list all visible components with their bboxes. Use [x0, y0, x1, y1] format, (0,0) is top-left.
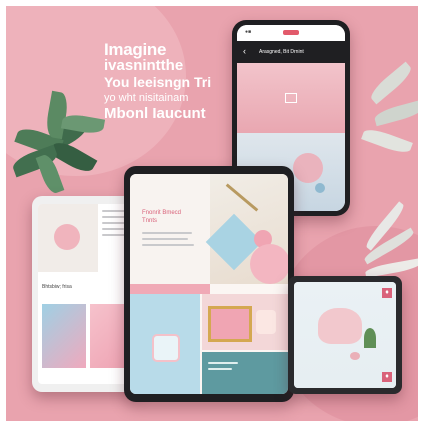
tablet-center-hero-image — [205, 174, 288, 284]
tablet-left-caption: Bhtsbiw; frisa — [42, 284, 72, 290]
phone-nav-title: Arasgned, Bit Drnint — [259, 49, 304, 55]
tablet-center-device: Fnonrit Bmecd Tnnts — [124, 166, 294, 402]
headline: Imagine ivasnintthe You leeisngn Tri yo … — [104, 40, 244, 122]
tablet-center-blue-tile[interactable] — [130, 294, 200, 394]
tablet-center-teal-tile[interactable] — [202, 352, 288, 394]
tablet-left-thumb-1[interactable] — [42, 304, 86, 368]
headline-line-3: You leeisngn Tri — [104, 74, 212, 90]
tablet-right-screen: ♦ ♦ — [294, 282, 396, 388]
tablet-center-text-panel: Fnonrit Bmecd Tnnts — [130, 174, 210, 284]
phone-status-bar: ●■ — [237, 25, 345, 41]
badge-icon[interactable]: ♦ — [382, 288, 392, 298]
plant-left-image — [6, 86, 116, 196]
headline-line-4: yo wht nisitainam — [104, 92, 189, 104]
promo-canvas: Imagine ivasnintthe You leeisngn Tri yo … — [6, 6, 418, 421]
tablet-right-product-image — [294, 282, 396, 388]
phone-hero-image — [237, 63, 345, 133]
tablet-center-pink-block — [130, 284, 210, 294]
tablet-center-product-tile[interactable] — [202, 294, 288, 350]
tablet-left-screen: Bhtsbiw; frisa — [38, 204, 136, 384]
headline-line-5: Mbonl Iaucunt — [104, 105, 206, 122]
badge-icon-bottom[interactable]: ♦ — [382, 372, 392, 382]
frame-icon — [285, 93, 297, 103]
status-indicators: ●■ — [245, 29, 252, 35]
headline-line-2: ivasnintthe — [104, 57, 184, 74]
tablet-center-title-2: Tnnts — [142, 218, 158, 224]
tablet-left-product-image — [38, 204, 98, 272]
phone-nav-bar: ‹ Arasgned, Bit Drnint — [237, 41, 345, 63]
tablet-right-device: ♦ ♦ — [288, 276, 402, 394]
tablet-center-screen: Fnonrit Bmecd Tnnts — [130, 174, 288, 394]
back-icon[interactable]: ‹ — [243, 46, 246, 56]
plant-right-image — [356, 56, 418, 176]
notch — [283, 30, 299, 35]
tablet-center-title-1: Fnonrit Bmecd — [142, 210, 182, 216]
headline-line-1: Imagine — [104, 40, 167, 59]
